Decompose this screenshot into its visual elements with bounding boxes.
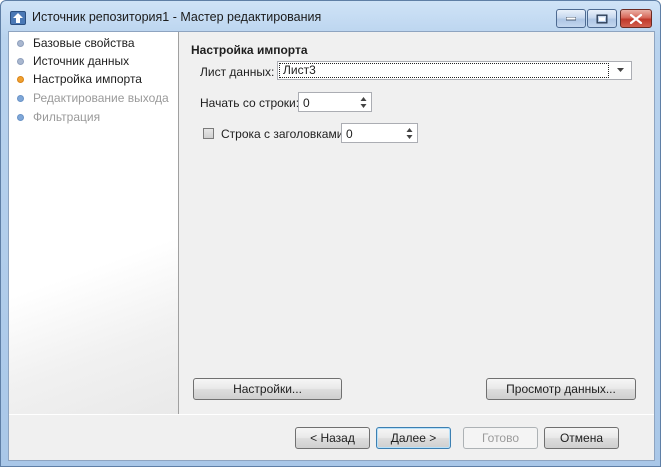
step-done-bullet-icon [17,40,24,47]
nav-step-label: Настройка импорта [33,72,142,86]
start-row-label: Начать со строки: [200,96,300,110]
step-current-bullet-icon [17,76,24,83]
wizard-steps-pane: Базовые свойства Источник данных Настрой… [9,32,179,414]
step-pending-bullet-icon [17,114,24,121]
next-button[interactable]: Далее > [376,427,451,449]
section-title: Настройка импорта [191,43,308,57]
spin-down-icon[interactable] [359,102,368,110]
maximize-button[interactable] [587,9,617,28]
chevron-down-icon [617,68,624,72]
sheet-select[interactable]: Лист3 [277,61,632,80]
header-row-spinner[interactable]: 0 [341,123,418,143]
wizard-client-area: Базовые свойства Источник данных Настрой… [8,31,655,461]
wizard-window: Источник репозитория1 - Мастер редактиро… [0,0,661,467]
finish-button: Готово [463,427,538,449]
sheet-label: Лист данных: [200,65,275,79]
start-row-spinner[interactable]: 0 [298,92,372,112]
start-row-value: 0 [303,96,310,110]
nav-step-label: Фильтрация [33,110,101,124]
header-row-value: 0 [346,127,353,141]
import-settings-panel: Настройка импорта Лист данных: Лист3 Нач… [180,32,654,414]
step-pending-bullet-icon [17,95,24,102]
minimize-button[interactable] [556,9,586,28]
sheet-select-value: Лист3 [279,63,609,78]
step-done-bullet-icon [17,58,24,65]
back-button[interactable]: < Назад [295,427,370,449]
sheet-select-dropdown-button[interactable] [611,62,631,79]
nav-step-label: Базовые свойства [33,36,135,50]
wizard-app-icon [10,11,26,25]
title-bar[interactable]: Источник репозитория1 - Мастер редактиро… [1,1,660,31]
preview-data-button[interactable]: Просмотр данных... [486,378,636,400]
footer-separator [9,414,654,415]
settings-button[interactable]: Настройки... [193,378,342,400]
window-title: Источник репозитория1 - Мастер редактиро… [32,10,322,24]
nav-step-label: Источник данных [33,54,130,68]
nav-step-label: Редактирование выхода [33,91,169,105]
header-row-checkbox[interactable] [203,128,214,139]
header-row-label: Строка с заголовками: [221,127,347,141]
close-button[interactable] [620,9,652,28]
cancel-button[interactable]: Отмена [544,427,619,449]
spin-down-icon[interactable] [405,133,414,141]
